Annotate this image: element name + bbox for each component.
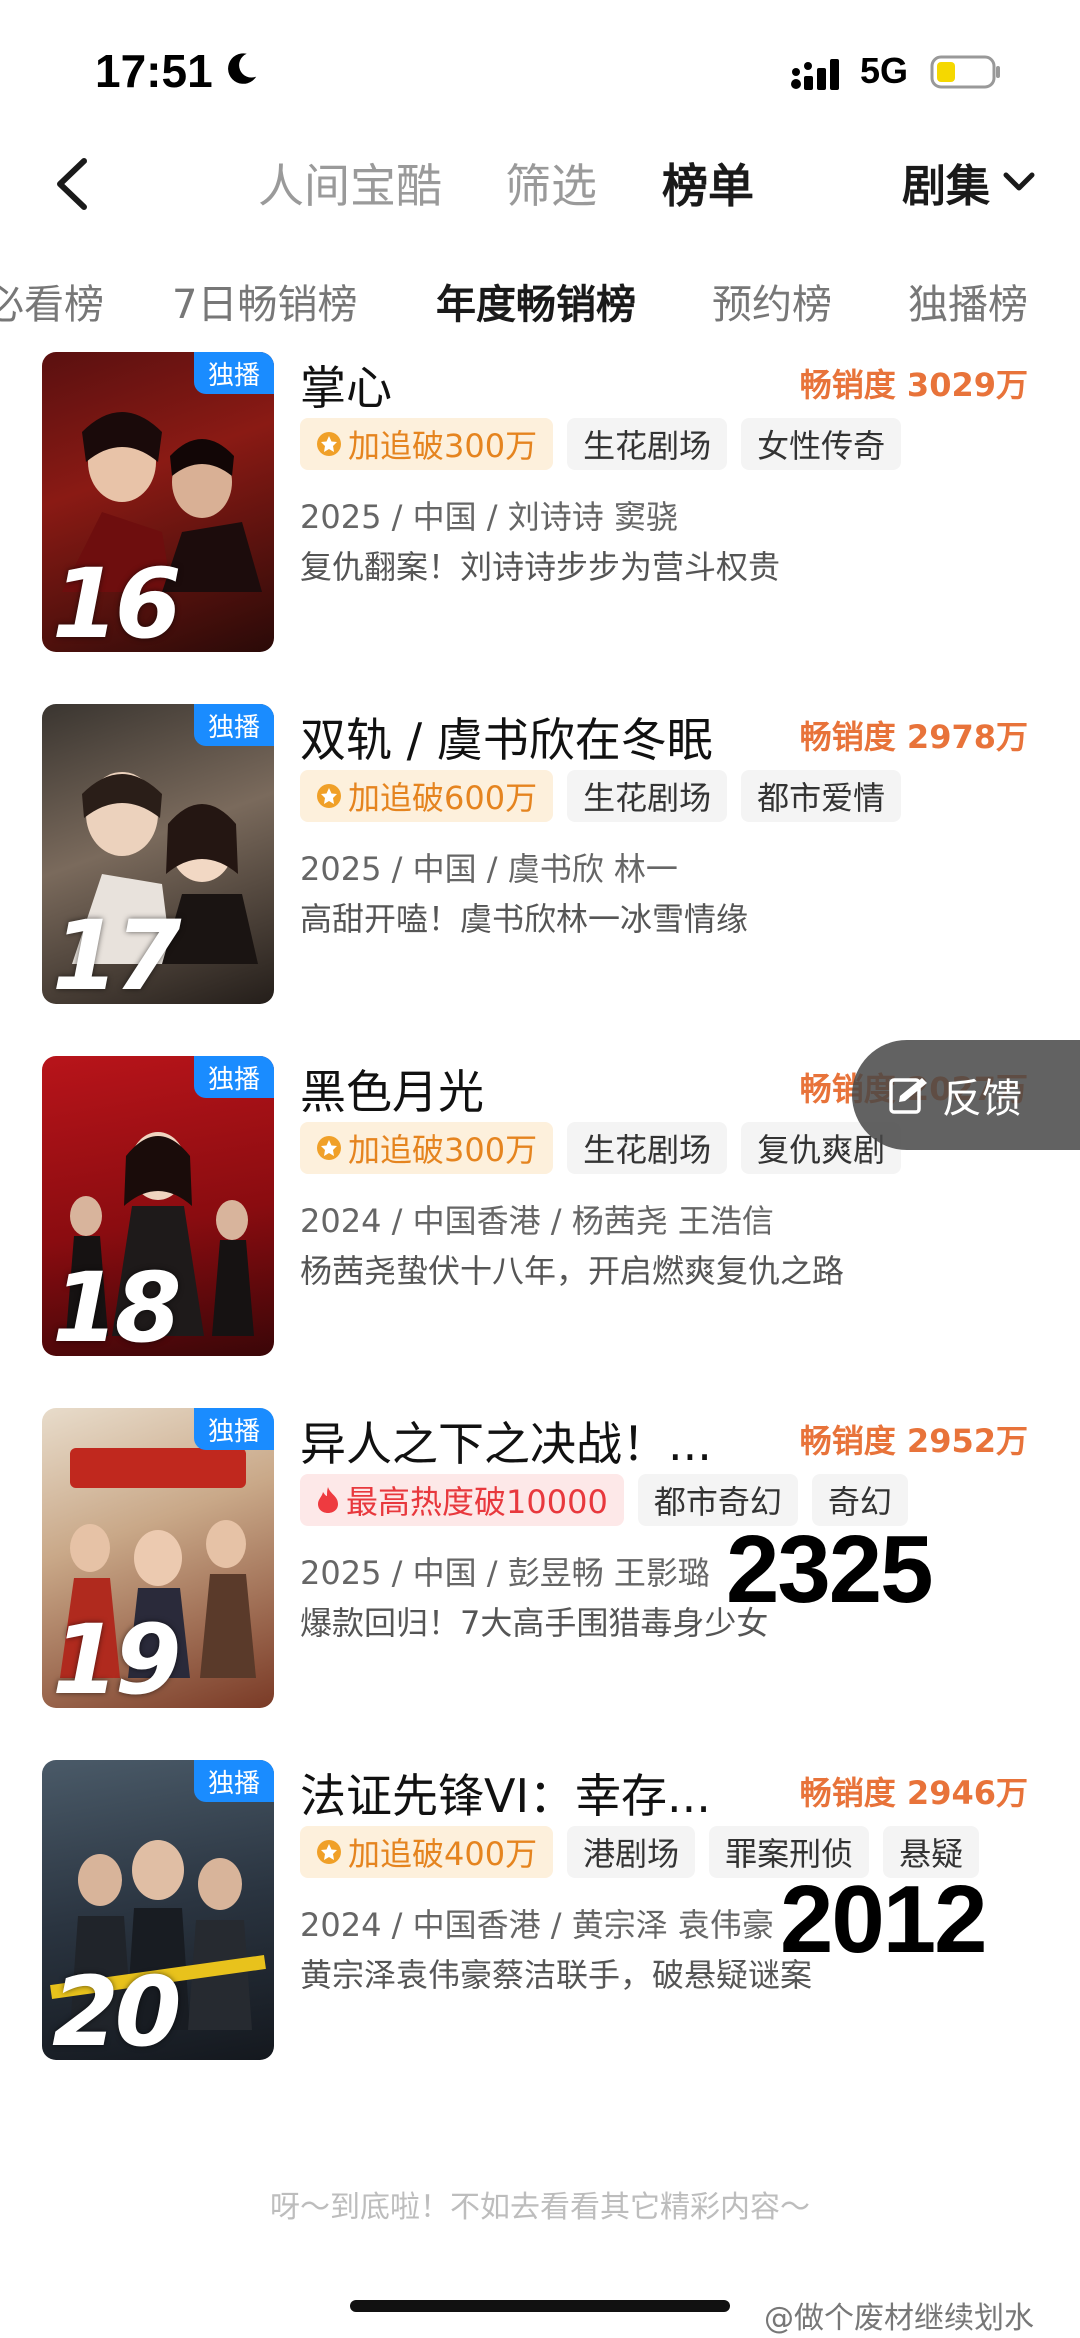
hot-tag: 加追破600万 xyxy=(300,770,554,822)
poster-image[interactable]: 独播 20 xyxy=(42,1760,274,2060)
chevron-down-icon xyxy=(1003,172,1035,191)
theater-tag: 港剧场 xyxy=(567,1826,696,1878)
back-arrow-icon[interactable] xyxy=(50,155,94,213)
drama-meta: 2025 / 中国 / 刘诗诗 窦骁 xyxy=(300,498,678,536)
poster-image[interactable]: 独播 16 xyxy=(42,352,274,652)
status-time: 17:51 xyxy=(95,45,213,97)
rank-tab-annual[interactable]: 年度畅销榜 xyxy=(436,272,636,330)
tab-filter[interactable]: 筛选 xyxy=(505,150,597,216)
poster-image[interactable]: 独播 17 xyxy=(42,704,274,1004)
rank-number: 19 xyxy=(52,1604,182,1708)
sales-score: 畅销度 2978万 xyxy=(799,718,1028,756)
rank-tab-must-watch[interactable]: 必看榜 xyxy=(0,272,104,330)
exclusive-badge: 独播 xyxy=(194,1760,274,1802)
genre-tag: 女性传奇 xyxy=(741,418,902,470)
drama-desc: 黄宗泽袁伟豪蔡洁联手，破悬疑谜案 xyxy=(300,1956,813,1994)
rank-number: 20 xyxy=(52,1956,182,2060)
theater-tag: 生花剧场 xyxy=(567,1122,728,1174)
tab-rankings[interactable]: 榜单 xyxy=(662,150,754,216)
feedback-label: 反馈 xyxy=(942,1076,1022,1122)
rank-number: 17 xyxy=(52,900,182,1004)
exclusive-badge: 独播 xyxy=(194,704,274,746)
star-badge-icon xyxy=(317,1136,341,1160)
exclusive-badge: 独播 xyxy=(194,352,274,394)
ranking-list: 独播 16 掌心 畅销度 3029万 加追破300万 生花剧场 女性传奇 202… xyxy=(0,350,1080,2130)
drama-desc: 杨茜尧蛰伏十八年，开启燃爽复仇之路 xyxy=(300,1252,845,1290)
rank-tab-reservation[interactable]: 预约榜 xyxy=(712,272,832,330)
drama-title[interactable]: 法证先锋VI：幸存... xyxy=(300,1760,711,1826)
moon-icon xyxy=(228,53,257,84)
genre-tag: 都市爱情 xyxy=(741,770,902,822)
home-indicator[interactable] xyxy=(350,2300,730,2312)
exclusive-badge: 独播 xyxy=(194,1056,274,1098)
status-bar: 17:51 5G xyxy=(0,0,1080,140)
drama-meta: 2025 / 中国 / 彭昱畅 王影璐 xyxy=(300,1554,710,1592)
poster-image[interactable]: 独播 19 xyxy=(42,1408,274,1708)
drama-meta: 2025 / 中国 / 虞书欣 林一 xyxy=(300,850,678,888)
list-end-text: 呀～到底啦！不如去看看其它精彩内容～ xyxy=(270,2190,810,2225)
battery-icon xyxy=(930,55,1000,89)
category-dropdown-label: 剧集 xyxy=(902,161,990,212)
drama-title[interactable]: 异人之下之决战！... xyxy=(300,1408,712,1474)
drama-desc: 高甜开嗑！虞书欣林一冰雪情缘 xyxy=(300,900,749,938)
network-label: 5G xyxy=(860,50,909,91)
drama-title[interactable]: 掌心 xyxy=(300,352,392,418)
theater-tag: 生花剧场 xyxy=(567,418,728,470)
rank-number: 18 xyxy=(52,1252,182,1356)
heat-tag: 最高热度破10000 xyxy=(300,1474,624,1526)
tag-row: 加追破600万 生花剧场 都市爱情 xyxy=(300,770,902,822)
list-item[interactable]: 独播 16 掌心 畅销度 3029万 加追破300万 生花剧场 女性传奇 202… xyxy=(0,352,1080,662)
signal-icon xyxy=(791,59,839,90)
drama-title[interactable]: 双轨 / 虞书欣在冬眠 xyxy=(300,704,713,770)
star-badge-icon xyxy=(317,784,341,808)
tag-row: 加追破300万 生花剧场 女性传奇 xyxy=(300,418,902,470)
exclusive-badge: 独播 xyxy=(194,1408,274,1450)
watermark-text: @做个废材继续划水 xyxy=(764,2301,1034,2336)
overlay-number: 2325 xyxy=(726,1516,934,1623)
sales-score: 畅销度 2952万 xyxy=(799,1422,1028,1460)
rank-number: 16 xyxy=(52,548,182,652)
list-item[interactable]: 独播 17 双轨 / 虞书欣在冬眠 畅销度 2978万 加追破600万 生花剧场… xyxy=(0,704,1080,1014)
overlay-number: 2012 xyxy=(780,1866,988,1973)
star-badge-icon xyxy=(317,1840,341,1864)
drama-meta: 2024 / 中国香港 / 杨茜尧 王浩信 xyxy=(300,1202,774,1240)
category-dropdown[interactable]: 剧集 xyxy=(902,150,1036,214)
edit-icon xyxy=(889,1078,927,1114)
poster-image[interactable]: 独播 18 xyxy=(42,1056,274,1356)
rank-tab-exclusive[interactable]: 独播榜 xyxy=(908,272,1028,330)
rank-tab-7day[interactable]: 7日畅销榜 xyxy=(172,272,357,330)
star-badge-icon xyxy=(317,432,341,456)
tag-row: 加追破300万 生花剧场 复仇爽剧 xyxy=(300,1122,902,1174)
drama-desc: 爆款回归！7大高手围猎毒身少女 xyxy=(300,1604,769,1642)
tab-renjian[interactable]: 人间宝酷 xyxy=(258,150,442,216)
sales-score: 畅销度 2946万 xyxy=(799,1774,1028,1812)
theater-tag: 生花剧场 xyxy=(567,770,728,822)
sales-score: 畅销度 3029万 xyxy=(799,366,1028,404)
hot-tag: 加追破300万 xyxy=(300,1122,554,1174)
hot-tag: 加追破300万 xyxy=(300,418,554,470)
feedback-button[interactable]: 反馈 xyxy=(852,1040,1080,1150)
flame-icon xyxy=(318,1487,338,1513)
drama-title[interactable]: 黑色月光 xyxy=(300,1056,484,1122)
drama-desc: 复仇翻案！刘诗诗步步为营斗权贵 xyxy=(300,548,781,586)
drama-meta: 2024 / 中国香港 / 黄宗泽 袁伟豪 xyxy=(300,1906,774,1944)
hot-tag: 加追破400万 xyxy=(300,1826,554,1878)
